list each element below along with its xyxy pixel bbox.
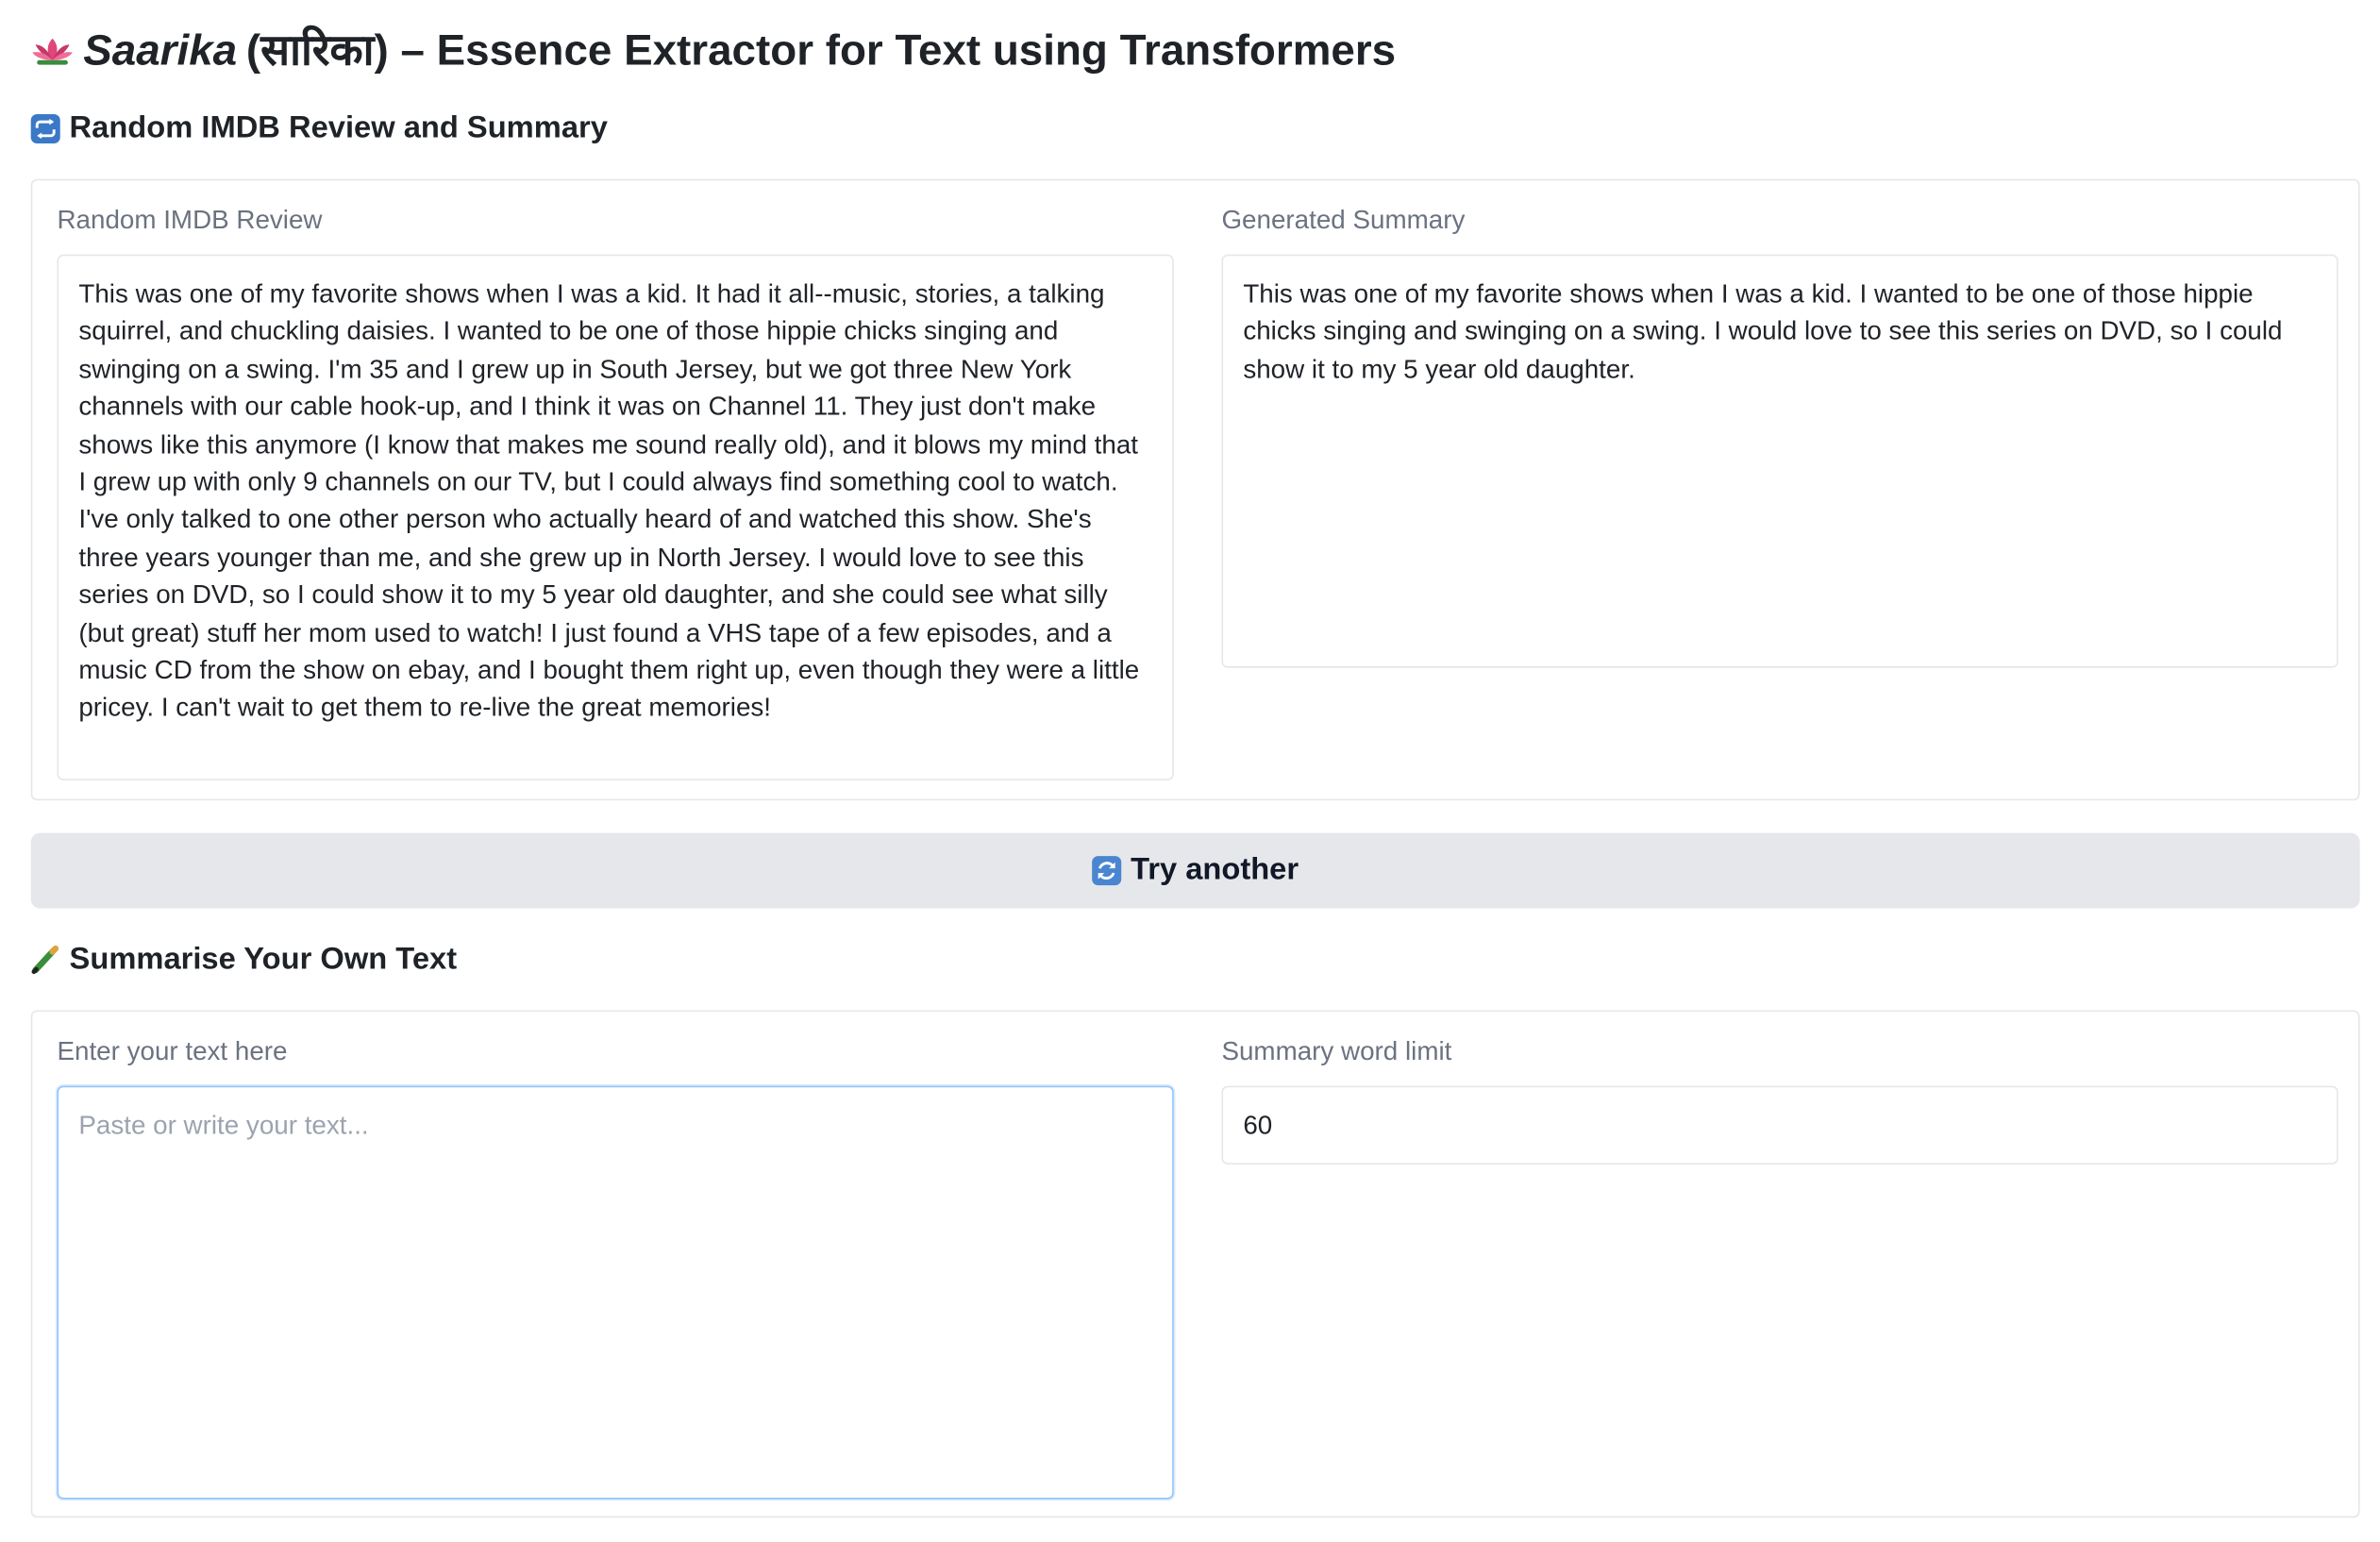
- repeat-icon: [30, 113, 60, 143]
- try-another-label: Try another: [1131, 852, 1299, 887]
- own-text-section-title-text: Summarise Your Own Text: [69, 942, 458, 977]
- word-limit-label: Summary word limit: [1221, 1036, 1452, 1066]
- text-input[interactable]: [57, 1085, 1174, 1500]
- random-section-title-text: Random IMDB Review and Summary: [69, 110, 608, 145]
- summary-textbox[interactable]: This was one of my favorite shows when I…: [1221, 254, 2338, 668]
- own-text-section-title: Summarise Your Own Text: [31, 938, 457, 981]
- summary-label: Generated Summary: [1221, 205, 1466, 235]
- app-name: Saarika: [83, 25, 238, 75]
- try-another-button[interactable]: Try another: [30, 832, 2360, 909]
- random-section-title: Random IMDB Review and Summary: [30, 107, 608, 150]
- pen-icon: [31, 945, 59, 974]
- app-page: Saarika (सारिका) – Essence Extractor for …: [0, 0, 2380, 1542]
- random-review-panel: Random IMDB Review This was one of my fa…: [30, 178, 2360, 801]
- app-subtitle: (सारिका) – Essence Extractor for Text us…: [245, 25, 1397, 75]
- review-textbox[interactable]: This was one of my favorite shows when I…: [57, 254, 1174, 781]
- word-limit-input[interactable]: [1221, 1085, 2338, 1165]
- lotus-icon: [32, 38, 73, 65]
- own-text-panel: Enter your text here Summary word limit: [30, 1010, 2360, 1518]
- text-input-label: Enter your text here: [57, 1036, 288, 1066]
- refresh-icon: [1092, 856, 1122, 886]
- review-label: Random IMDB Review: [57, 205, 323, 235]
- page-title: Saarika (सारिका) – Essence Extractor for …: [31, 22, 1396, 80]
